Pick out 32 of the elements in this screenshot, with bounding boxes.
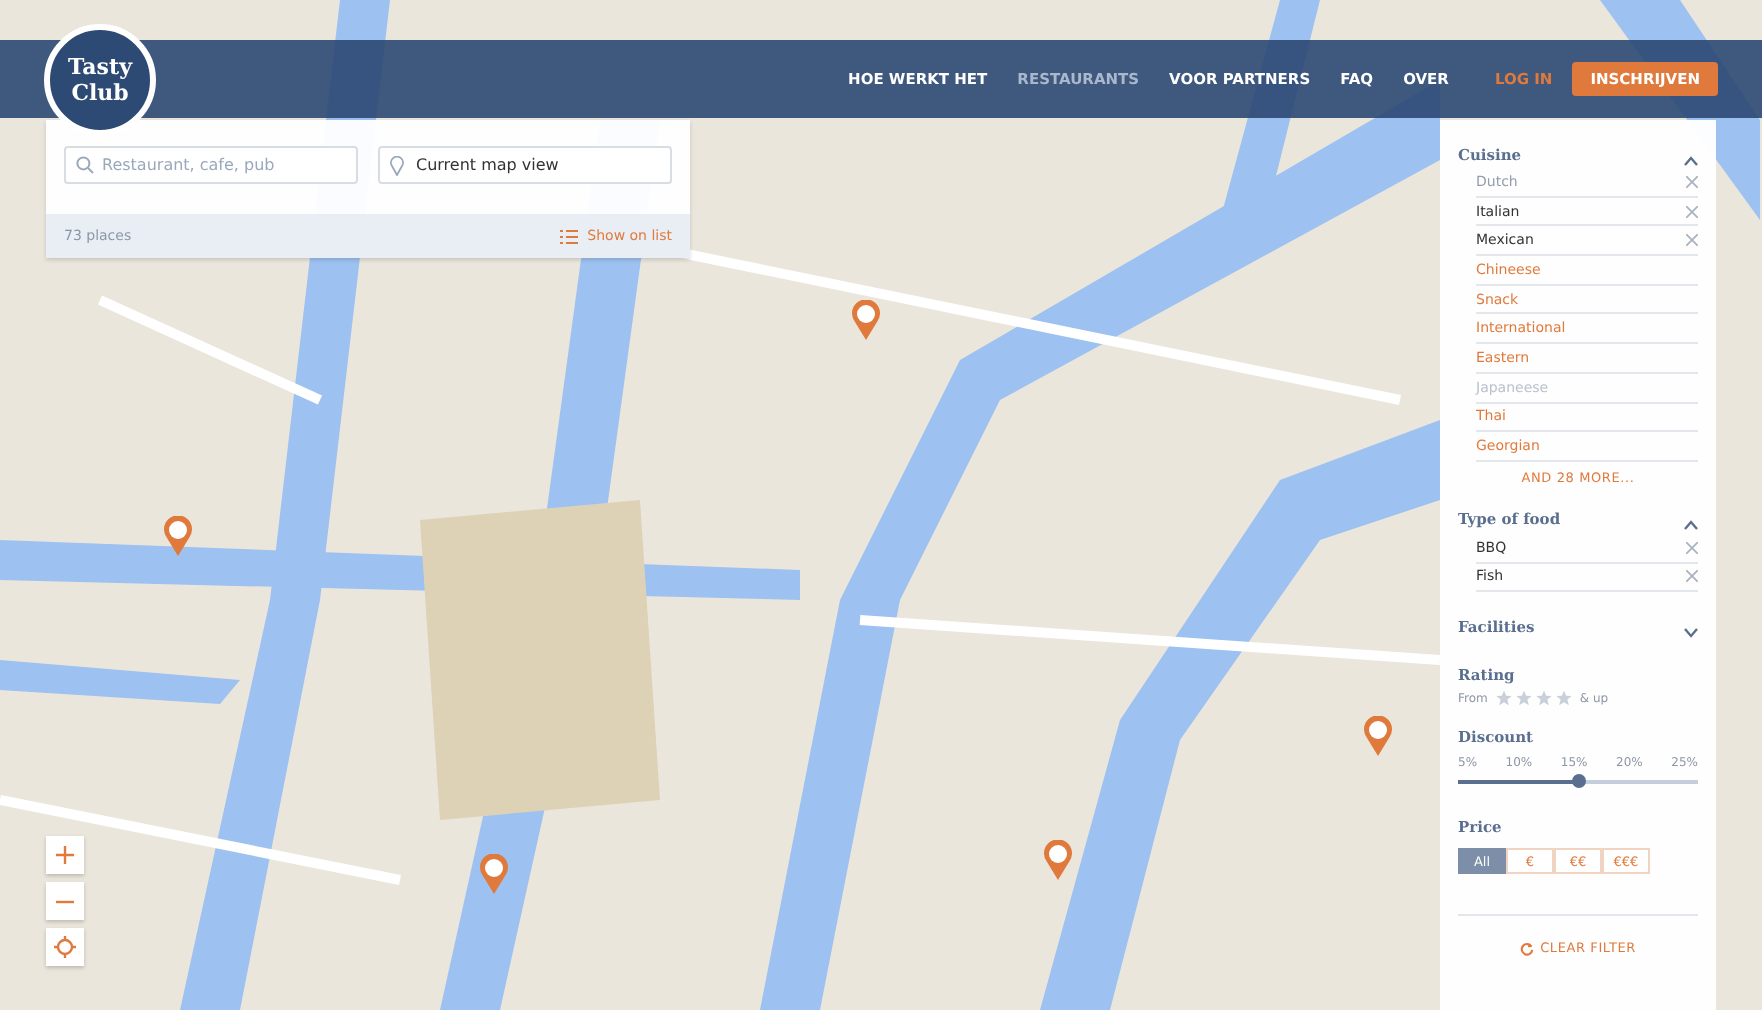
map-pin-icon[interactable] (1364, 716, 1392, 756)
remove-icon[interactable] (1686, 541, 1698, 554)
logo-text: Tasty (68, 54, 132, 80)
location-pin-icon (390, 155, 404, 175)
slider-thumb[interactable] (1571, 774, 1585, 789)
star-icon[interactable] (1535, 690, 1552, 707)
map-pin-icon[interactable] (164, 516, 192, 556)
star-icon[interactable] (1495, 690, 1512, 707)
star-icon[interactable] (1515, 690, 1532, 707)
star-icon[interactable] (1555, 690, 1572, 707)
zoom-out-button[interactable] (46, 882, 84, 920)
map-pin-icon[interactable] (852, 300, 880, 340)
list-icon (559, 229, 578, 243)
remove-icon[interactable] (1686, 234, 1698, 247)
minus-icon (56, 899, 74, 903)
locate-button[interactable] (46, 928, 84, 966)
crosshair-icon (54, 936, 76, 958)
logo-text: Club (71, 80, 129, 106)
search-icon (76, 156, 94, 174)
search-field[interactable]: Restaurant, cafe, pub (64, 146, 358, 184)
location-field[interactable]: Current map view (378, 146, 672, 184)
remove-icon[interactable] (1686, 205, 1698, 218)
plus-icon (56, 846, 74, 864)
zoom-in-button[interactable] (46, 836, 84, 874)
chevron-icon[interactable] (1684, 155, 1698, 165)
remove-icon[interactable] (1686, 570, 1698, 583)
chevron-icon[interactable] (1684, 520, 1698, 531)
reset-icon (1520, 941, 1535, 956)
discount-slider-track[interactable] (1458, 780, 1698, 785)
map-pin-icon[interactable] (1044, 840, 1072, 880)
map-pin-icon[interactable] (480, 854, 508, 894)
chevron-icon[interactable] (1684, 627, 1698, 638)
